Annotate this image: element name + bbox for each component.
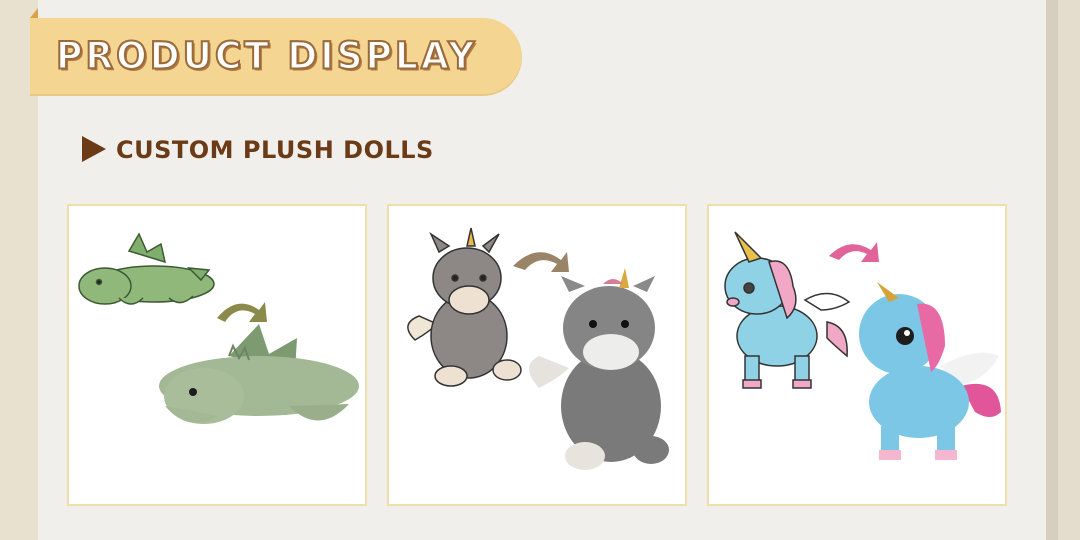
arrow-icon <box>217 302 267 322</box>
play-triangle-icon <box>82 136 106 162</box>
unicorn-image <box>724 231 1001 460</box>
product-card-donkey-unicorn[interactable] <box>387 204 687 506</box>
dragon-sketch <box>78 232 215 305</box>
banner-fold <box>30 8 38 18</box>
unicorn-plush <box>859 282 1001 460</box>
page-title: PRODUCT DISPLAY <box>55 34 478 79</box>
donkey-image <box>407 227 669 470</box>
dragon-plush <box>159 324 359 424</box>
arrow-icon <box>829 242 879 262</box>
page-margin-right <box>1046 0 1080 540</box>
donkey-plush <box>529 268 669 470</box>
section-label: CUSTOM PLUSH DOLLS <box>116 136 434 164</box>
product-card-dragon[interactable] <box>67 204 367 506</box>
dragon-image <box>78 232 359 424</box>
product-card-unicorn[interactable] <box>707 204 1007 506</box>
donkey-sketch <box>407 227 522 387</box>
arrow-icon <box>513 252 569 272</box>
